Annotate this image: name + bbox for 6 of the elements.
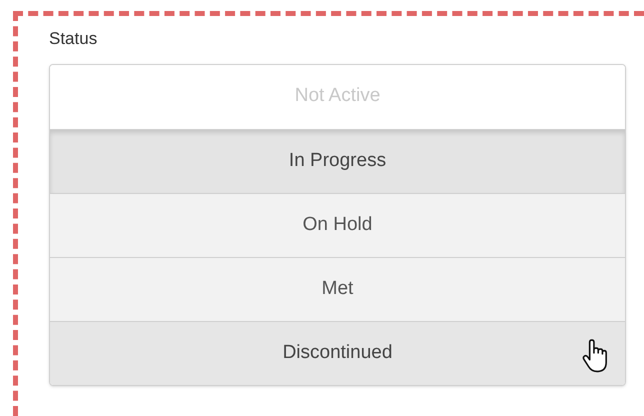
hand-cursor-icon	[582, 338, 608, 372]
field-label: Status	[49, 28, 98, 50]
status-option[interactable]: In Progress	[50, 128, 625, 192]
status-option[interactable]: Met	[50, 256, 625, 320]
status-option[interactable]: Discontinued	[50, 320, 625, 384]
status-option[interactable]: On Hold	[50, 192, 625, 256]
